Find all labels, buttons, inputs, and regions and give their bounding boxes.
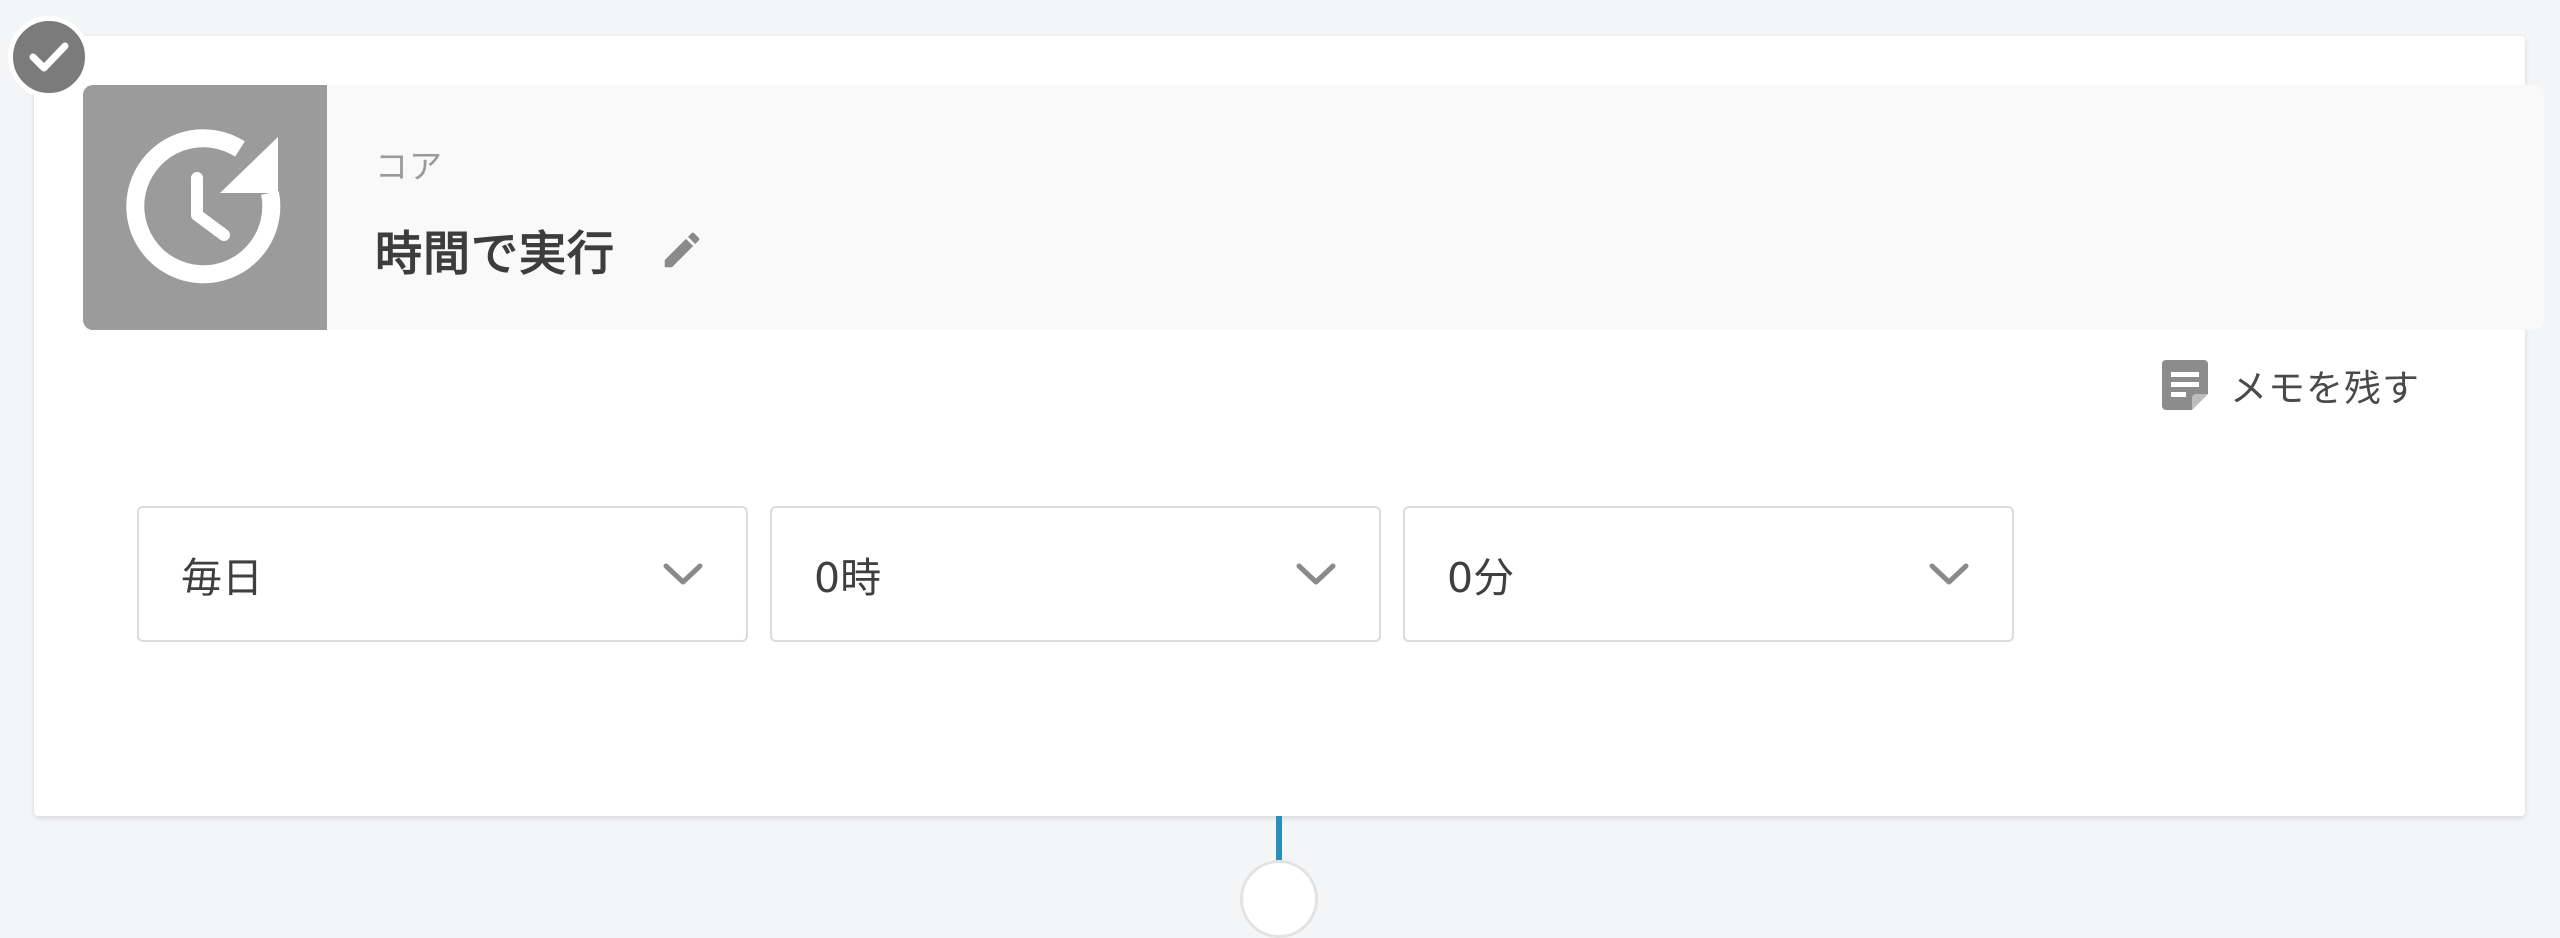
minute-select[interactable]: 0分 [1403, 506, 2014, 642]
pencil-icon[interactable] [657, 225, 707, 275]
step-title: 時間で実行 [375, 227, 615, 282]
step-status-badge [8, 16, 90, 98]
step-type-icon-box [83, 85, 327, 330]
step-title-row: 時間で実行 [375, 215, 707, 284]
flow-connector-line [1276, 816, 1282, 861]
note-icon [2162, 360, 2208, 410]
hour-select[interactable]: 0時 [770, 506, 1381, 642]
frequency-value: 毎日 [181, 554, 263, 602]
memo-label: メモを残す [2230, 367, 2420, 410]
step-header: コア 時間で実行 [83, 85, 2544, 330]
hour-value: 0時 [814, 554, 882, 602]
clock-refresh-icon [126, 128, 281, 283]
chevron-down-icon [1929, 563, 1969, 585]
frequency-select[interactable]: 毎日 [137, 506, 748, 642]
add-memo-button[interactable]: メモを残す [2162, 358, 2420, 412]
minute-value: 0分 [1447, 554, 1515, 602]
chevron-down-icon [1296, 563, 1336, 585]
chevron-down-icon [663, 563, 703, 585]
step-card: コア 時間で実行 メモを残す 毎日 0時 0分 [34, 36, 2544, 816]
check-icon [29, 42, 69, 72]
schedule-selects: 毎日 0時 0分 [137, 506, 2014, 642]
add-step-node[interactable] [1240, 860, 1318, 938]
step-category: コア [375, 147, 443, 186]
